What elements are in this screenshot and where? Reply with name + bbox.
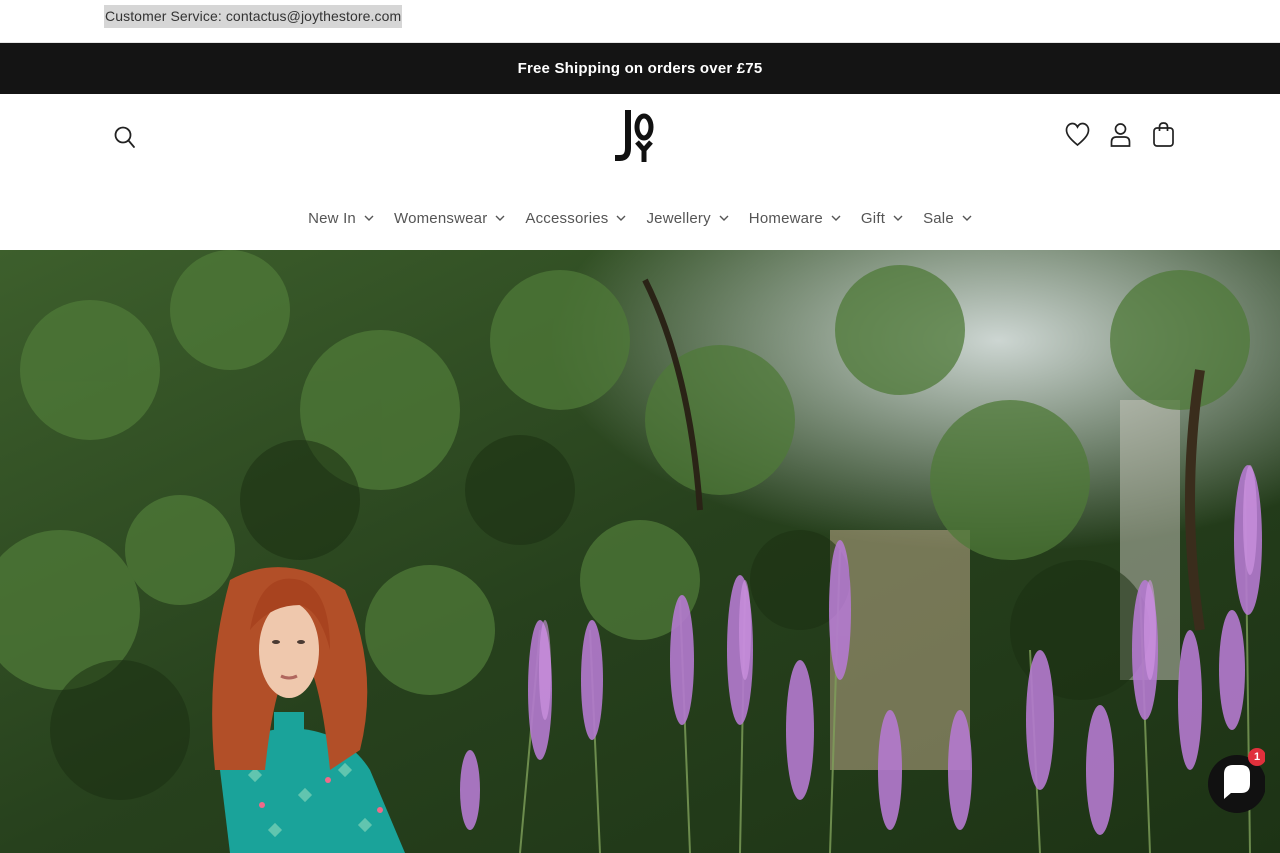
search-icon[interactable]: [112, 122, 138, 152]
nav-item-label: Gift: [860, 210, 886, 227]
chat-badge-count: 1: [1253, 751, 1261, 763]
account-icon[interactable]: [1108, 120, 1133, 150]
main-nav: New In Womenswear Accessories Jewellery …: [0, 210, 1280, 227]
nav-item-label: Homeware: [748, 210, 823, 227]
nav-item-sale[interactable]: Sale: [913, 210, 982, 227]
site-header: New In Womenswear Accessories Jewellery …: [0, 94, 1280, 250]
nav-item-jewellery[interactable]: Jewellery: [636, 210, 738, 227]
chevron-down-icon: [893, 215, 903, 221]
nav-item-homeware[interactable]: Homeware: [739, 210, 851, 227]
nav-item-label: Jewellery: [646, 210, 711, 227]
chevron-down-icon: [719, 215, 729, 221]
chat-widget[interactable]: 1: [1207, 748, 1266, 826]
hero-garden-photo: [0, 250, 1280, 853]
announcement-bar: Free Shipping on orders over £75: [0, 43, 1280, 94]
nav-item-new-in[interactable]: New In: [298, 210, 384, 227]
chevron-down-icon: [616, 215, 626, 221]
nav-item-label: Womenswear: [393, 210, 488, 227]
hero-image[interactable]: [0, 250, 1280, 853]
heart-icon[interactable]: [1065, 120, 1090, 150]
header-icons: [1065, 120, 1176, 150]
announcement-text: Free Shipping on orders over £75: [517, 60, 763, 77]
nav-item-label: Sale: [923, 210, 954, 227]
nav-item-accessories[interactable]: Accessories: [515, 210, 636, 227]
chevron-down-icon: [831, 215, 841, 221]
utility-bar: Customer Service: contactus@joythestore.…: [0, 0, 1280, 43]
cart-icon[interactable]: [1151, 120, 1176, 150]
nav-item-label: Accessories: [525, 210, 609, 227]
nav-item-womenswear[interactable]: Womenswear: [384, 210, 515, 227]
nav-item-gift[interactable]: Gift: [851, 210, 913, 227]
nav-item-label: New In: [308, 210, 356, 227]
chevron-down-icon: [364, 215, 374, 221]
chevron-down-icon: [495, 215, 505, 221]
chevron-down-icon: [962, 215, 972, 221]
customer-service-text[interactable]: Customer Service: contactus@joythestore.…: [104, 5, 403, 28]
joy-logo[interactable]: [612, 108, 664, 166]
